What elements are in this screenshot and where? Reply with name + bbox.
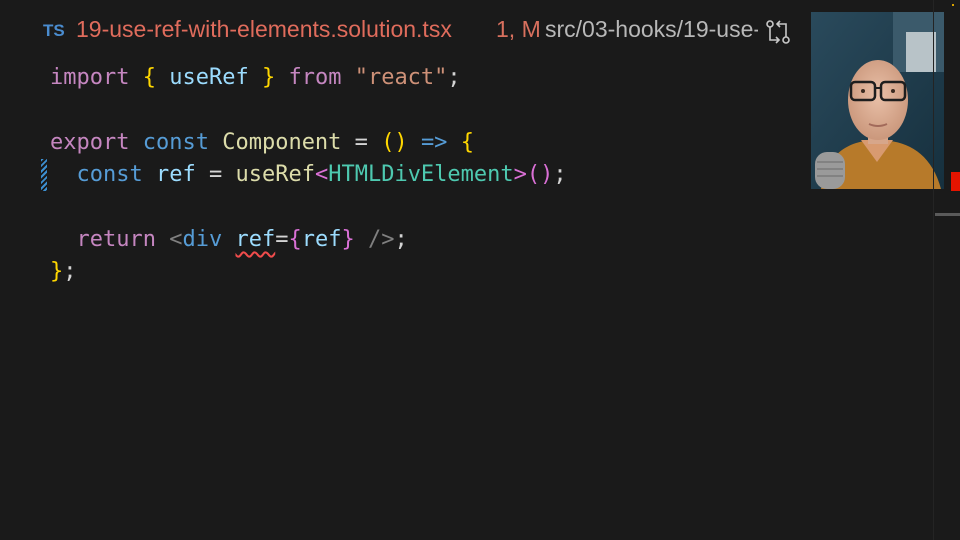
token: ; xyxy=(63,259,77,284)
token: = xyxy=(341,130,382,155)
token: ; xyxy=(447,65,461,90)
vertical-scrollbar[interactable] xyxy=(933,0,960,540)
token: { xyxy=(288,227,302,252)
breadcrumb[interactable]: src/03-hooks/19-use-ref-with-elements.so… xyxy=(545,14,758,48)
code-line-7[interactable]: }; xyxy=(50,256,77,288)
token: ref xyxy=(301,227,342,252)
token: { xyxy=(460,130,474,155)
token: import xyxy=(50,65,130,90)
code-line-4[interactable]: const ref = useRef<HTMLDivElement>(); xyxy=(50,159,567,191)
typescript-file-icon: TS xyxy=(43,21,65,40)
token: ; xyxy=(394,227,408,252)
token: export xyxy=(50,130,130,155)
compare-changes-icon[interactable] xyxy=(764,18,792,46)
scrollbar-position-indicator[interactable] xyxy=(935,213,960,216)
code-line-3[interactable]: export const Component = () => { xyxy=(50,127,474,159)
token: "react" xyxy=(354,65,448,90)
error-overview-marker[interactable] xyxy=(951,172,960,191)
token: from xyxy=(288,65,342,90)
token: { xyxy=(142,65,156,90)
token: ; xyxy=(553,162,567,187)
token: return xyxy=(76,227,156,252)
presenter-video-image xyxy=(811,12,944,189)
webcam-overlay xyxy=(811,12,944,189)
token: useRef xyxy=(235,162,315,187)
token: } xyxy=(50,259,64,284)
token: const xyxy=(142,130,209,155)
code-line-1[interactable]: import { useRef } from "react"; xyxy=(50,62,461,94)
token: ref xyxy=(155,162,196,187)
breadcrumb-path[interactable]: src/03-hooks/19-use-ref-with-elements.so… xyxy=(545,16,758,43)
tab-problem-modified-status: 1, M xyxy=(496,16,541,42)
token: } xyxy=(261,65,276,90)
editor-tab-bar: TS 19-use-ref-with-elements.solution.tsx… xyxy=(0,0,800,62)
token: const xyxy=(76,162,143,187)
token: () xyxy=(526,162,554,187)
token: () xyxy=(381,130,408,155)
overview-ruler-dot xyxy=(952,4,954,6)
token: } xyxy=(341,227,355,252)
token: => xyxy=(420,130,448,155)
code-line-6[interactable]: return <div ref={ref} />; xyxy=(50,224,408,256)
token: = xyxy=(195,162,236,187)
error-squiggle-ref-attr[interactable]: ref xyxy=(235,227,275,252)
token: Component xyxy=(222,130,342,155)
token: HTMLDivElement xyxy=(328,162,514,187)
token: useRef xyxy=(169,65,249,90)
token: = xyxy=(275,227,289,252)
token: < xyxy=(314,162,329,187)
token: div xyxy=(182,227,223,252)
token: /> xyxy=(367,227,395,252)
git-modified-gutter-marker[interactable] xyxy=(41,159,47,191)
token: > xyxy=(513,162,527,187)
token: < xyxy=(169,227,183,252)
tab-filename[interactable]: 19-use-ref-with-elements.solution.tsx xyxy=(76,16,452,43)
